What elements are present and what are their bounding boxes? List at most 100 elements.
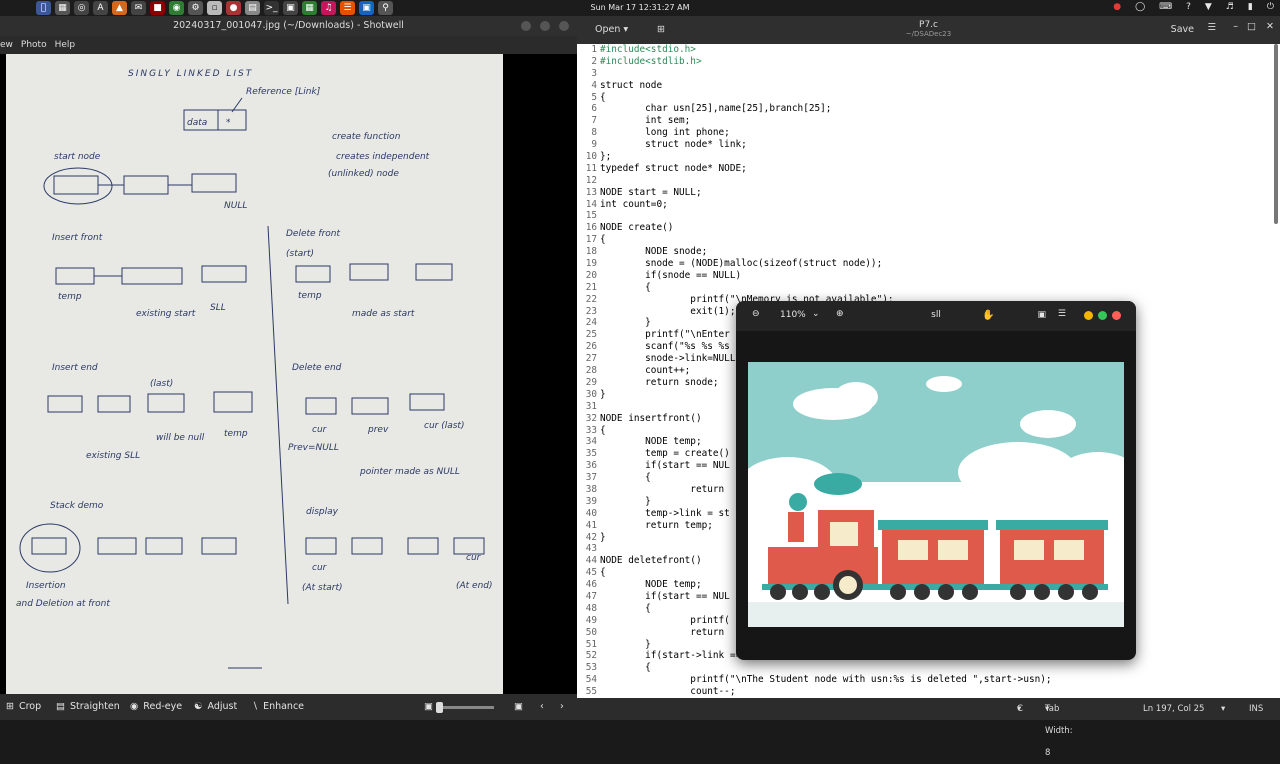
straighten-button[interactable]: ▤ Straighten: [56, 694, 120, 720]
code-line[interactable]: 14 int count=0;: [577, 199, 1272, 211]
code-line[interactable]: 18 NODE snode;: [577, 246, 1272, 258]
maximize-icon[interactable]: [540, 21, 550, 31]
code-line[interactable]: 20 if(snode == NULL): [577, 270, 1272, 282]
chevron-right-icon: ›: [560, 701, 564, 712]
code-text: NODE start = NULL;: [600, 186, 702, 198]
code-line[interactable]: 5{: [577, 92, 1272, 104]
code-line[interactable]: 55 count--;: [577, 686, 1272, 698]
line-number: 2: [591, 55, 597, 67]
code-line[interactable]: 4 struct node: [577, 80, 1272, 92]
line-number: 27: [585, 353, 597, 365]
code-line[interactable]: 15: [577, 210, 1272, 222]
power-icon[interactable]: ⏻: [1267, 2, 1274, 12]
cursor-position: Ln 197, Col 25: [1143, 704, 1205, 714]
notebook-photo: SINGLY LINKED LIST data * Reference [Lin…: [6, 54, 503, 694]
code-text: int sem;: [600, 115, 691, 127]
code-text: NODE temp;: [600, 436, 702, 448]
menu-icon[interactable]: ☰: [1207, 22, 1216, 33]
editor-headerbar: Open ▾ ⊞ P7.c ~/DSADec23 Save ☰ – □ ✕: [577, 16, 1280, 44]
code-line[interactable]: 13 NODE start = NULL;: [577, 187, 1272, 199]
system-tray: ● ◯ ⌨ ? ▼ ♬ ▮ ⏻: [1113, 2, 1274, 12]
maximize-icon[interactable]: □: [1247, 21, 1256, 32]
code-line[interactable]: 16 NODE create(): [577, 222, 1272, 234]
power-save-icon[interactable]: ◯: [1135, 2, 1145, 12]
code-line[interactable]: 10};: [577, 151, 1272, 163]
scrollbar[interactable]: [1272, 44, 1280, 698]
image-viewer-headerbar[interactable]: ⊖ 110% ⌄ ⊕ sll ✋ ▣ ☰: [736, 301, 1136, 331]
battery-icon[interactable]: ▮: [1248, 2, 1253, 12]
code-line[interactable]: 2 #include<stdlib.h>: [577, 56, 1272, 68]
code-line[interactable]: 9 struct node* link;: [577, 139, 1272, 151]
close-icon[interactable]: ✕: [1266, 21, 1274, 32]
hand-cursor-icon: ✋: [982, 310, 995, 321]
code-text: NODE deletefront(): [600, 555, 702, 567]
code-text: {: [600, 281, 651, 293]
code-line[interactable]: 54 printf("\nThe Student node with usn:%…: [577, 674, 1272, 686]
code-text: snode->link=NULL: [600, 353, 736, 365]
code-line[interactable]: 1 #include<stdio.h>: [577, 44, 1272, 56]
line-number: 8: [591, 127, 597, 139]
menu-icon[interactable]: ☰: [1058, 309, 1066, 319]
code-line[interactable]: 8 long int phone;: [577, 127, 1272, 139]
svg-text:(At end): (At end): [456, 581, 493, 591]
line-number: 38: [585, 483, 597, 495]
line-number: 44: [585, 555, 597, 567]
code-line[interactable]: 3: [577, 68, 1272, 80]
enhance-button[interactable]: ∖ Enhance: [252, 694, 304, 720]
maximize-icon[interactable]: [1098, 311, 1107, 320]
svg-text:temp: temp: [58, 292, 82, 302]
minimize-icon[interactable]: [1084, 311, 1093, 320]
code-line[interactable]: 19 snode = (NODE)malloc(sizeof(struct no…: [577, 258, 1272, 270]
line-number: 5: [591, 91, 597, 103]
close-icon[interactable]: [559, 21, 569, 31]
volume-icon[interactable]: ♬: [1226, 2, 1234, 12]
tab-width-selector[interactable]: Tab Width: 8 ▾: [1045, 698, 1073, 758]
code-line[interactable]: 11 typedef struct node* NODE;: [577, 163, 1272, 175]
shotwell-titlebar[interactable]: 20240317_001047.jpg (~/Downloads) - Shot…: [0, 16, 577, 36]
svg-text:Insertion: Insertion: [26, 581, 66, 591]
close-icon[interactable]: [1112, 311, 1121, 320]
menu-view[interactable]: ew: [0, 36, 13, 54]
code-text: }: [600, 531, 606, 543]
code-line[interactable]: 53 {: [577, 662, 1272, 674]
line-number: 6: [591, 103, 597, 115]
wifi-icon[interactable]: ▼: [1205, 2, 1212, 12]
chevron-down-icon[interactable]: ▾: [1221, 698, 1225, 720]
menu-help[interactable]: Help: [55, 36, 76, 54]
code-text: NODE create(): [600, 222, 674, 234]
adjust-button[interactable]: ☯ Adjust: [194, 694, 237, 720]
code-line[interactable]: 17{: [577, 234, 1272, 246]
menu-photo[interactable]: Photo: [21, 36, 47, 54]
language-selector[interactable]: C ▾: [1017, 698, 1023, 720]
code-line[interactable]: 21 {: [577, 282, 1272, 294]
redeye-button[interactable]: ◉ Red-eye: [130, 694, 182, 720]
record-icon[interactable]: ●: [1113, 2, 1121, 12]
question-icon[interactable]: ?: [1186, 2, 1191, 12]
keyboard-icon[interactable]: ⌨: [1159, 2, 1172, 12]
image-large-icon: ▣: [514, 701, 523, 712]
minimize-icon[interactable]: –: [1233, 21, 1238, 32]
code-line[interactable]: 6 char usn[25],name[25],branch[25];: [577, 103, 1272, 115]
line-number: 25: [585, 329, 597, 341]
zoom-slider[interactable]: ▣: [424, 694, 494, 720]
fullscreen-button[interactable]: ▣: [514, 694, 523, 720]
line-number: 14: [585, 198, 597, 210]
minimize-icon[interactable]: [521, 21, 531, 31]
previous-button[interactable]: ‹: [540, 694, 544, 720]
save-button[interactable]: Save: [1171, 24, 1194, 35]
clock[interactable]: Sun Mar 17 12:31:27 AM: [0, 3, 1280, 12]
crop-button[interactable]: ⊞ Crop: [6, 694, 41, 720]
line-number: 48: [585, 602, 597, 614]
copy-icon[interactable]: ▣: [1037, 310, 1046, 320]
code-text: long int phone;: [600, 127, 730, 139]
scrollbar-thumb[interactable]: [1274, 44, 1278, 224]
code-line[interactable]: 12: [577, 175, 1272, 187]
svg-text:Reference [Link]: Reference [Link]: [246, 87, 321, 97]
photo-viewer[interactable]: SINGLY LINKED LIST data * Reference [Lin…: [0, 54, 577, 694]
insert-mode: INS: [1249, 704, 1264, 714]
svg-text:and Deletion at front: and Deletion at front: [16, 599, 110, 609]
next-button[interactable]: ›: [560, 694, 564, 720]
code-line[interactable]: 7 int sem;: [577, 115, 1272, 127]
line-number: 35: [585, 448, 597, 460]
crop-icon: ⊞: [6, 701, 14, 712]
